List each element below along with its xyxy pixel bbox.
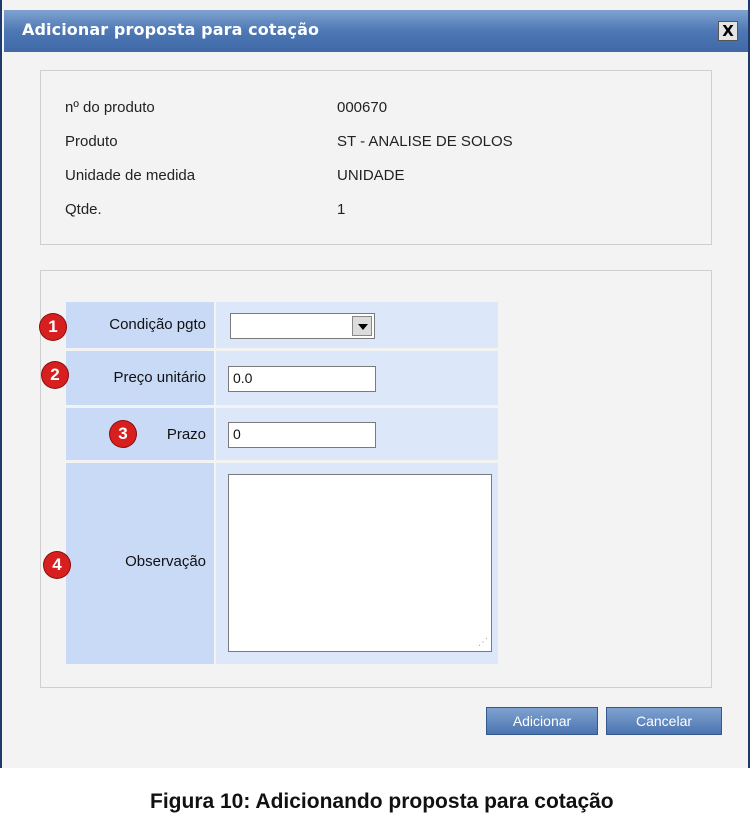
step-badge-1: 1	[40, 314, 66, 340]
unit-price-label-cell: Preço unitário	[66, 351, 214, 405]
close-button[interactable]: X	[718, 21, 738, 41]
product-info-panel: nº do produto 000670 Produto ST - ANALIS…	[40, 70, 712, 245]
info-label: Produto	[65, 133, 118, 150]
chevron-down-icon[interactable]	[352, 316, 372, 336]
payment-condition-select[interactable]	[230, 313, 375, 339]
info-label: Qtde.	[65, 201, 102, 218]
payment-condition-label: Condição pgto	[109, 316, 206, 333]
step-badge-2: 2	[42, 362, 68, 388]
resize-grip-icon[interactable]: ⋰	[478, 638, 488, 648]
info-label: Unidade de medida	[65, 167, 196, 184]
payment-condition-label-cell: Condição pgto	[66, 302, 214, 348]
step-badge-3: 3	[110, 421, 136, 447]
deadline-label: Prazo	[166, 426, 206, 443]
deadline-input[interactable]: 0	[228, 422, 376, 448]
info-value: 1	[337, 201, 346, 218]
unit-price-label: Preço unitário	[113, 369, 206, 386]
observation-textarea[interactable]: ⋰	[228, 474, 492, 652]
info-label: nº do produto	[65, 99, 155, 116]
dialog-window: Adicionar proposta para cotação X nº do …	[0, 0, 750, 768]
deadline-label-cell: Prazo	[66, 408, 214, 460]
info-value: UNIDADE	[337, 167, 405, 184]
info-value: ST - ANALISE DE SOLOS	[337, 133, 513, 150]
unit-price-input[interactable]: 0.0	[228, 366, 376, 392]
observation-label-cell: Observação	[66, 463, 214, 664]
add-button[interactable]: Adicionar	[486, 707, 598, 735]
dialog-titlebar[interactable]: Adicionar proposta para cotação X	[4, 10, 748, 52]
observation-label: Observação	[125, 553, 206, 570]
dialog-title: Adicionar proposta para cotação	[22, 20, 320, 39]
figure-caption: Figura 10: Adicionando proposta para cot…	[150, 790, 614, 813]
info-value: 000670	[337, 99, 388, 116]
step-badge-4: 4	[44, 552, 70, 578]
cancel-button[interactable]: Cancelar	[606, 707, 722, 735]
